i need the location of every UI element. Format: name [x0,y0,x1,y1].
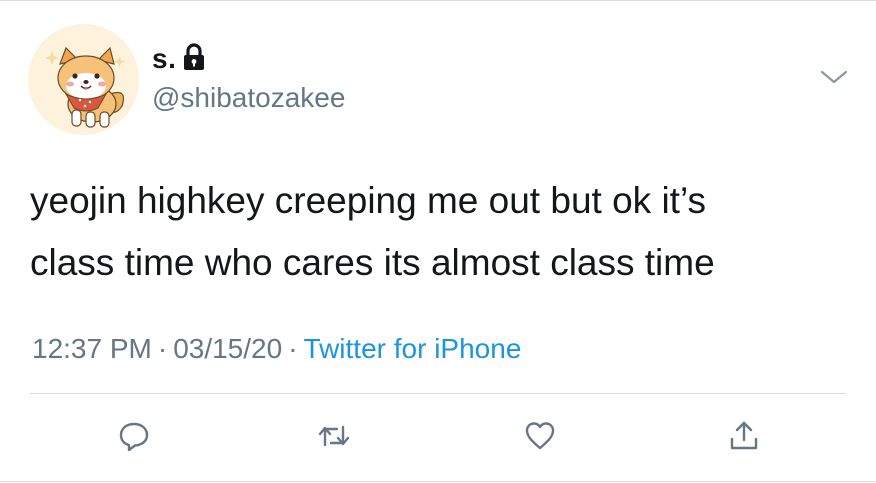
tweet-time: 12:37 PM [32,333,152,364]
share-button[interactable] [722,414,766,458]
retweet-button[interactable] [312,414,356,458]
tweet-text-line: class time who cares its almost class ti… [30,242,715,283]
heart-icon [525,422,555,450]
meta-separator: · [288,333,298,364]
top-divider [0,0,876,1]
retweet-icon [318,425,350,447]
actions-divider [30,393,846,394]
reply-button[interactable] [112,414,156,458]
meta-separator: · [157,333,168,364]
shiba-avatar-image [28,24,139,135]
user-handle[interactable]: @shibatozakee [152,82,345,114]
bottom-divider [0,481,876,482]
tweet-meta: 12:37 PM · 03/15/20 · Twitter for iPhone [32,333,521,365]
lock-icon [182,43,206,71]
chevron-down-icon[interactable] [819,66,849,88]
action-bar [0,414,876,460]
tweet-source-link[interactable]: Twitter for iPhone [304,333,522,364]
display-name-text: s. [152,43,177,74]
tweet-text: yeojin highkey creeping me out but ok it… [30,170,860,294]
share-icon [730,421,758,450]
like-button[interactable] [518,414,562,458]
avatar[interactable] [28,24,139,135]
reply-icon [119,422,149,452]
tweet-date: 03/15/20 [173,333,283,364]
display-name[interactable]: s. [152,43,206,75]
tweet-text-line: yeojin highkey creeping me out but ok it… [30,180,706,221]
